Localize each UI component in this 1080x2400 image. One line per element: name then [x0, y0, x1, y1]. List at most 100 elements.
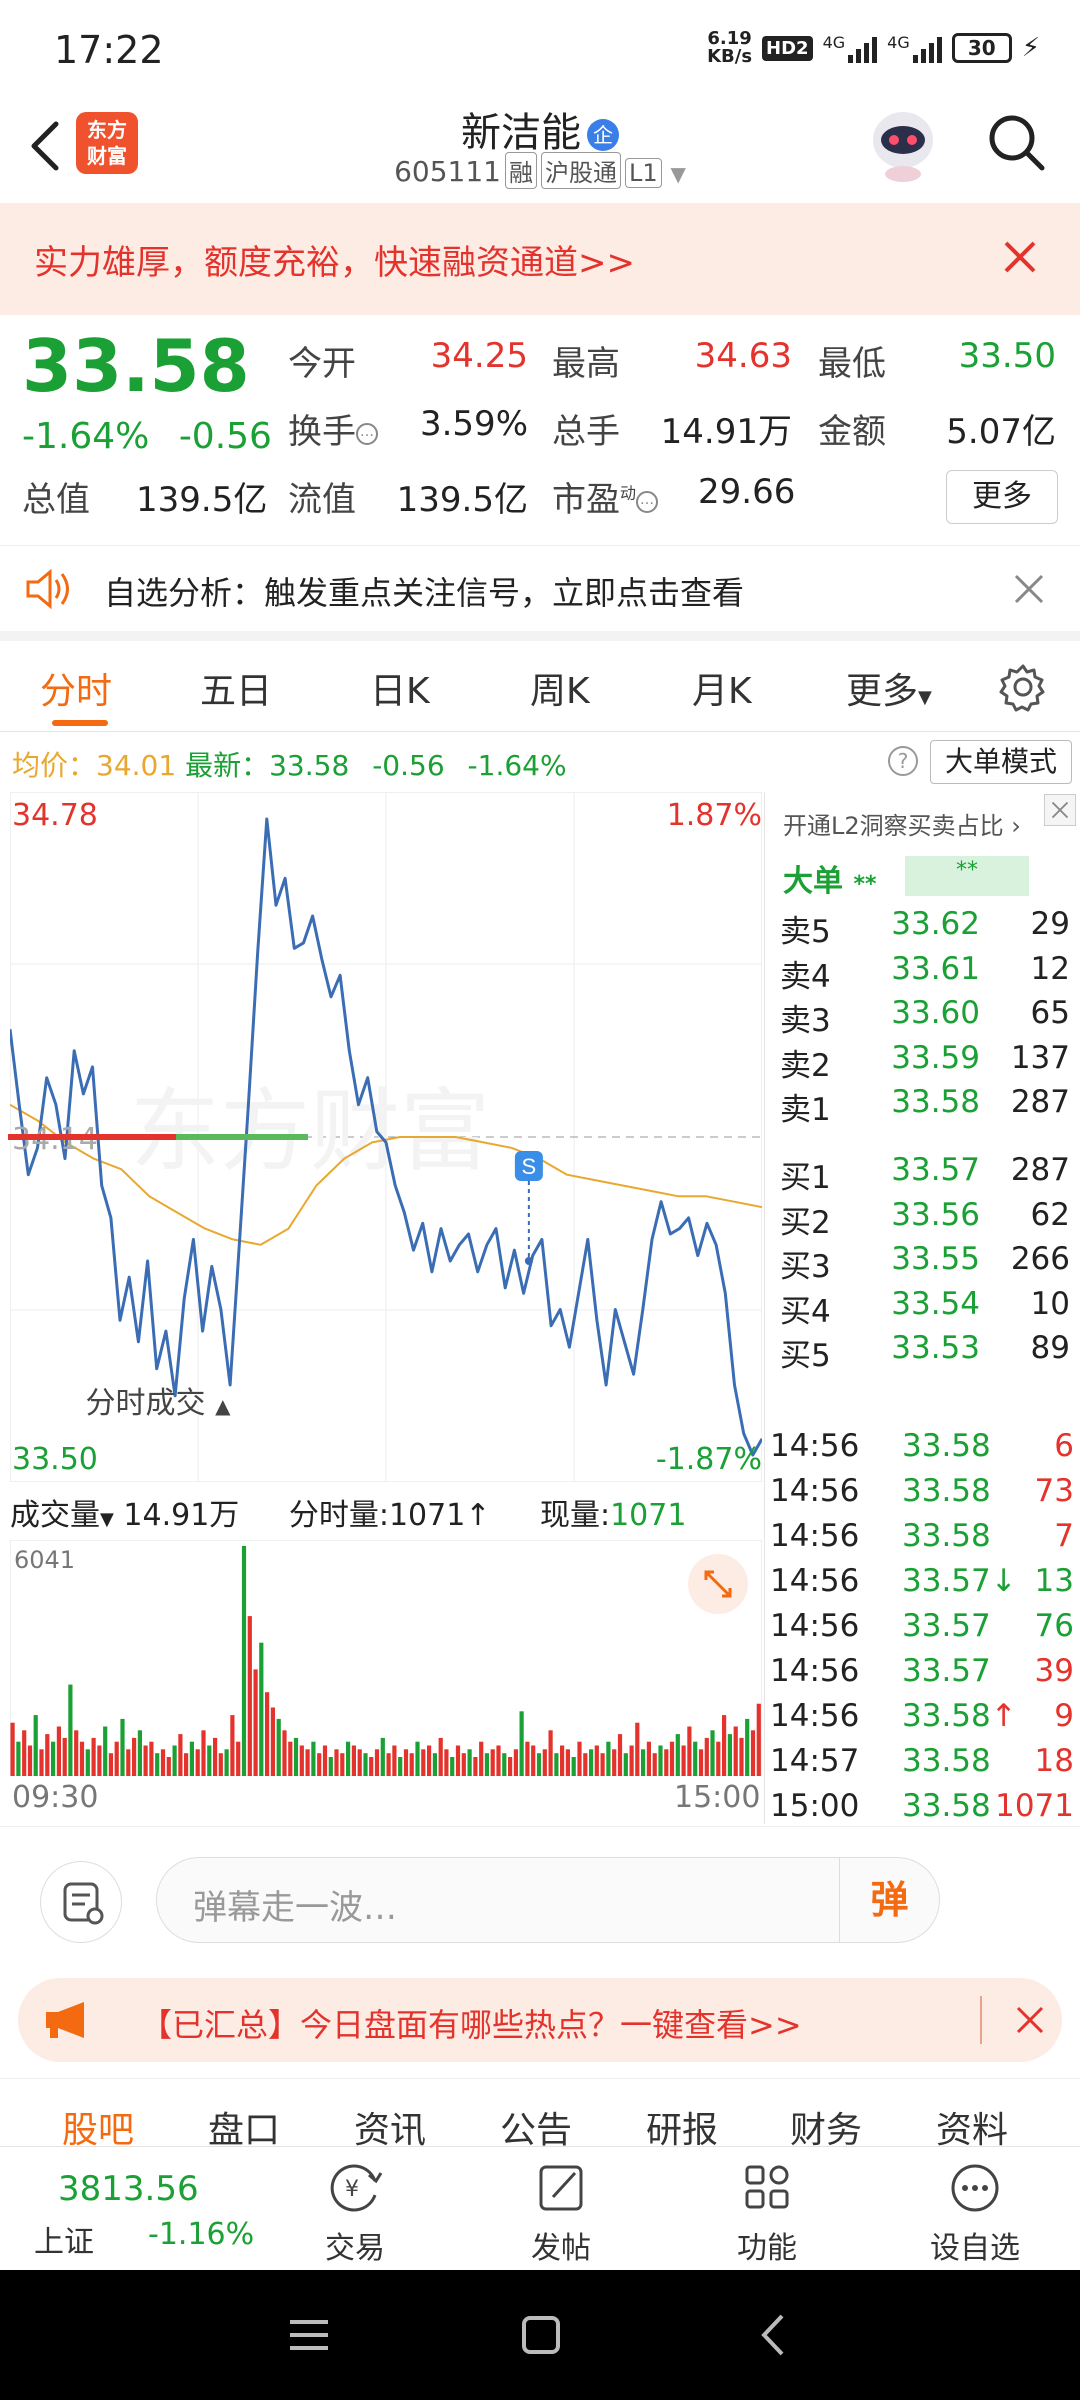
volume-bar	[184, 1753, 189, 1776]
gear-icon[interactable]	[998, 662, 1048, 712]
ask-level-1[interactable]: 卖5 33.62 29	[772, 906, 1072, 950]
tag-level: L1	[624, 158, 662, 188]
volume-bar	[16, 1741, 21, 1776]
yuan-exchange-icon: ¥	[330, 2164, 383, 2212]
volume-chart[interactable]	[10, 1540, 762, 1776]
volume-bar	[166, 1757, 171, 1776]
big-order-mode-button[interactable]: 大单模式	[930, 740, 1072, 784]
minute-volume: 1071	[388, 1498, 466, 1533]
more-quote-button[interactable]: 更多	[946, 470, 1058, 524]
margin-promo-banner[interactable]: 实力雄厚，额度充裕，快速融资通道>>	[0, 203, 1080, 315]
close-icon[interactable]	[1012, 572, 1046, 606]
hotspot-text: 【已汇总】今日盘面有哪些热点？一键查看>>	[140, 2006, 802, 2044]
tick-row: 14:56 33.57 39	[770, 1653, 1076, 1697]
bid-level-1[interactable]: 买1 33.57 287	[772, 1152, 1072, 1196]
add-watchlist-button[interactable]: 设自选	[920, 2153, 1030, 2267]
volume-bar	[265, 1692, 270, 1776]
volume-bar	[357, 1749, 362, 1776]
danmaku-input[interactable]: 弹幕走一波… 弹	[156, 1857, 940, 1943]
turnover-label[interactable]: 换手…	[288, 404, 378, 453]
assistant-robot-icon[interactable]	[868, 104, 938, 184]
volume-bar	[646, 1741, 651, 1776]
search-icon[interactable]	[982, 108, 1052, 178]
caret-down-icon: ▼	[918, 687, 932, 708]
volume-bar	[288, 1741, 293, 1776]
post-button[interactable]: 发帖	[506, 2153, 616, 2267]
post-label: 发帖	[531, 2231, 591, 2266]
volume-bar	[120, 1718, 125, 1776]
level-volume: 65	[1030, 995, 1070, 1031]
volume-bar	[531, 1745, 536, 1776]
price-change: -1.64% -0.56	[22, 416, 272, 457]
volume-bar	[612, 1749, 617, 1776]
open-value: 34.25	[430, 336, 528, 376]
close-icon[interactable]	[1014, 2004, 1046, 2036]
tab-five-day[interactable]: 五日	[200, 662, 272, 714]
pe-label[interactable]: 市盈动…	[552, 472, 659, 521]
volume-bar	[583, 1753, 588, 1776]
tick-price: 33.57	[902, 1608, 991, 1644]
volume-bar	[74, 1730, 79, 1776]
ask-level-5[interactable]: 卖1 33.58 287	[772, 1084, 1072, 1128]
tick-volume: 73	[1034, 1473, 1074, 1509]
danmaku-toggle-button[interactable]: 弹	[839, 1858, 939, 1942]
danmaku-settings-icon[interactable]	[40, 1861, 122, 1943]
level-name: 买1	[780, 1160, 831, 1196]
ticks-header[interactable]: 分时成交 ▲	[0, 1378, 316, 1422]
volume-bar	[617, 1734, 623, 1776]
volume-bar	[629, 1745, 634, 1776]
tab-more[interactable]: 更多▼	[846, 662, 932, 714]
ask-level-4[interactable]: 卖2 33.59 137	[772, 1040, 1072, 1084]
expand-icon[interactable]	[688, 1554, 748, 1614]
bid-level-3[interactable]: 买3 33.55 266	[772, 1241, 1072, 1285]
volume-bar	[745, 1718, 750, 1776]
level-volume: 29	[1030, 906, 1070, 942]
trade-button[interactable]: ¥ 交易	[300, 2153, 410, 2267]
volume-bar	[565, 1749, 570, 1776]
avg-price: 34.01	[96, 749, 177, 782]
chevron-down-icon[interactable]: ▼	[671, 162, 686, 186]
volume-bar	[502, 1753, 507, 1776]
system-nav-bar	[0, 2270, 1080, 2400]
l2-upsell-link[interactable]: 开通L2洞察买卖占比 ›	[783, 806, 1021, 841]
tab-intraday[interactable]: 分时	[40, 662, 112, 714]
bid-level-2[interactable]: 买2 33.56 62	[772, 1197, 1072, 1241]
volume-bar	[178, 1734, 183, 1776]
help-icon[interactable]: ?	[888, 746, 918, 776]
level-volume: 287	[1010, 1084, 1070, 1120]
ask-level-2[interactable]: 卖4 33.61 12	[772, 951, 1072, 995]
level-name: 卖4	[780, 958, 831, 995]
home-icon[interactable]	[516, 2310, 566, 2360]
hotspot-banner[interactable]: 【已汇总】今日盘面有哪些热点？一键查看>>	[18, 1978, 1062, 2062]
volume-selector[interactable]: 成交量▼	[10, 1498, 114, 1533]
volume-bar	[39, 1749, 44, 1776]
tick-row: 14:56 33.58 6	[770, 1428, 1076, 1472]
net-speed: 6.19 KB/s	[707, 28, 753, 67]
menu-icon[interactable]	[284, 2310, 334, 2360]
volume-bar	[409, 1753, 414, 1776]
big-order-label: 大单 **	[783, 864, 877, 899]
content-tabs: 股吧 盘口 资讯 公告 研报 财务 资料	[0, 2078, 1080, 2151]
divider	[980, 1996, 982, 2044]
stock-header: 东方 财富 新洁能企 605111 融沪股通 L1 ▼	[0, 100, 1080, 202]
volume-bar	[427, 1745, 432, 1776]
hd-icon: HD2	[762, 35, 813, 61]
tab-weekly-k[interactable]: 周K	[530, 662, 590, 714]
back-nav-icon[interactable]	[750, 2310, 800, 2360]
volume-bar	[641, 1749, 646, 1776]
tab-daily-k[interactable]: 日K	[370, 662, 430, 714]
tab-indicator	[52, 720, 108, 726]
bid-level-4[interactable]: 买4 33.54 10	[772, 1286, 1072, 1330]
volume-bar	[403, 1749, 409, 1776]
volume-bar	[571, 1757, 576, 1776]
tick-price: 33.57	[902, 1653, 991, 1689]
close-icon[interactable]	[998, 235, 1042, 279]
functions-button[interactable]: 功能	[712, 2153, 822, 2267]
max-price-label: 34.78	[12, 798, 98, 833]
close-icon[interactable]	[1044, 794, 1076, 826]
volume-bar	[560, 1745, 565, 1776]
analysis-banner[interactable]: 自选分析：触发重点关注信号，立即点击查看	[0, 545, 1080, 641]
bid-level-5[interactable]: 买5 33.53 89	[772, 1330, 1072, 1374]
ask-level-3[interactable]: 卖3 33.60 65	[772, 995, 1072, 1039]
tab-monthly-k[interactable]: 月K	[692, 662, 752, 714]
